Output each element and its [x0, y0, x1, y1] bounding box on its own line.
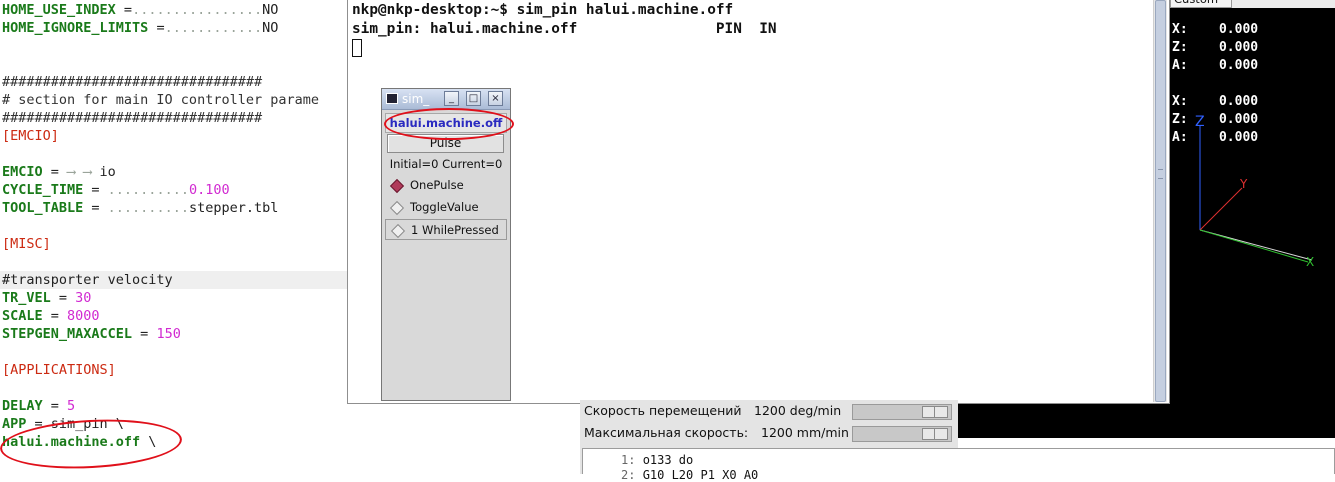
editor-line: HOME_USE_INDEX =................NO — [2, 2, 279, 18]
editor-section-misc: [MISC] — [2, 236, 51, 252]
maximize-icon[interactable]: □ — [466, 91, 481, 106]
minimize-icon[interactable]: _ — [444, 91, 459, 106]
editor-line: TR_VEL = 30 — [2, 290, 92, 306]
editor-line: STEPGEN_MAXACCEL = 150 — [2, 326, 181, 342]
gcode-line: 1: o133 do — [621, 453, 694, 467]
pin-status-text: Initial=0 Current=0 — [389, 157, 503, 171]
editor-section-applications: [APPLICATIONS] — [2, 362, 116, 378]
editor-line: ################################ — [2, 110, 263, 126]
scrollbar-grip-icon — [1158, 169, 1163, 179]
slider-knob[interactable] — [922, 428, 948, 440]
terminal-output: nkp@nkp-desktop:~$ sim_pin halui.machine… — [352, 1, 777, 39]
mode-option-togglevalue[interactable]: ToggleValue — [385, 197, 507, 218]
y-axis-marker: X — [1306, 255, 1314, 269]
radio-unselected-icon — [390, 223, 406, 239]
y-axis-line — [1199, 229, 1309, 263]
max-speed-label: Максимальная скорость: — [584, 425, 749, 440]
max-speed-slider[interactable] — [852, 426, 952, 442]
sim-pin-title: sim_ — [402, 92, 430, 106]
jog-speed-slider[interactable] — [852, 404, 952, 420]
x-axis-marker: Y — [1239, 177, 1248, 191]
editor-section-emcio: [EMCIO] — [2, 128, 59, 144]
editor-line: SCALE = 8000 — [2, 308, 100, 324]
editor-line: EMCIO = ⟶ ⟶ io — [2, 164, 116, 180]
pulse-button[interactable]: Pulse — [387, 134, 504, 153]
terminal-cursor — [352, 39, 362, 57]
x-axis-line — [1199, 187, 1243, 231]
tab-custom[interactable]: Custom — [1170, 0, 1232, 8]
editor-line: ################################ — [2, 74, 263, 90]
close-icon[interactable]: × — [488, 91, 503, 106]
ini-file-editor[interactable]: HOME_USE_INDEX =................NO HOME_… — [0, 0, 350, 474]
jog-speed-label: Скорость перемещений — [584, 403, 742, 418]
editor-line: APP = sim_pin \ — [2, 416, 124, 432]
max-speed-value: 1200 mm/min — [761, 425, 849, 440]
sim-pin-window[interactable]: sim_ _ □ × halui.machine.off Pulse Initi… — [381, 88, 511, 401]
editor-line: # section for main IO controller parame — [2, 92, 319, 108]
gcode-line: 2: G10 L20 P1 X0 A0 — [621, 468, 759, 482]
scrollbar-thumb[interactable] — [1155, 0, 1166, 402]
terminal-window-icon — [386, 93, 398, 104]
radio-selected-icon — [389, 178, 405, 194]
editor-line: CYCLE_TIME = ..........0.100 — [2, 182, 230, 198]
editor-current-line: #transporter velocity — [0, 271, 350, 289]
slider-knob[interactable] — [922, 406, 948, 418]
terminal-scrollbar[interactable] — [1153, 0, 1167, 402]
pin-name-label: halui.machine.off — [385, 113, 507, 133]
terminal-output-line: sim_pin: halui.machine.off PIN IN — [352, 21, 777, 37]
editor-line: TOOL_TABLE = ..........stepper.tbl — [2, 200, 279, 216]
axis-gizmo: Z Y X — [1195, 114, 1314, 269]
jog-speed-value: 1200 deg/min — [754, 403, 842, 418]
radio-unselected-icon — [389, 200, 405, 216]
editor-line: halui.machine.off \ — [2, 434, 157, 450]
editor-line: DELAY = 5 — [2, 398, 76, 414]
terminal-prompt-line: nkp@nkp-desktop:~$ sim_pin halui.machine… — [352, 2, 734, 18]
preview-3d-view[interactable]: X: 0.000 Z: 0.000 A: 0.000 X: 0.000 Z: 0… — [1170, 8, 1335, 438]
sim-pin-titlebar[interactable]: sim_ _ □ × — [382, 89, 510, 110]
mode-option-whilepressed[interactable]: 1 WhilePressed — [385, 219, 507, 240]
z-axis-label: Z — [1195, 114, 1205, 130]
preview-3d-lower — [958, 404, 1335, 438]
mode-option-onepulse[interactable]: OnePulse — [385, 175, 507, 196]
editor-line: HOME_IGNORE_LIMITS =............NO — [2, 20, 279, 36]
gcode-listing[interactable]: 1: o133 do 2: G10 L20 P1 X0 A0 — [582, 448, 1335, 482]
